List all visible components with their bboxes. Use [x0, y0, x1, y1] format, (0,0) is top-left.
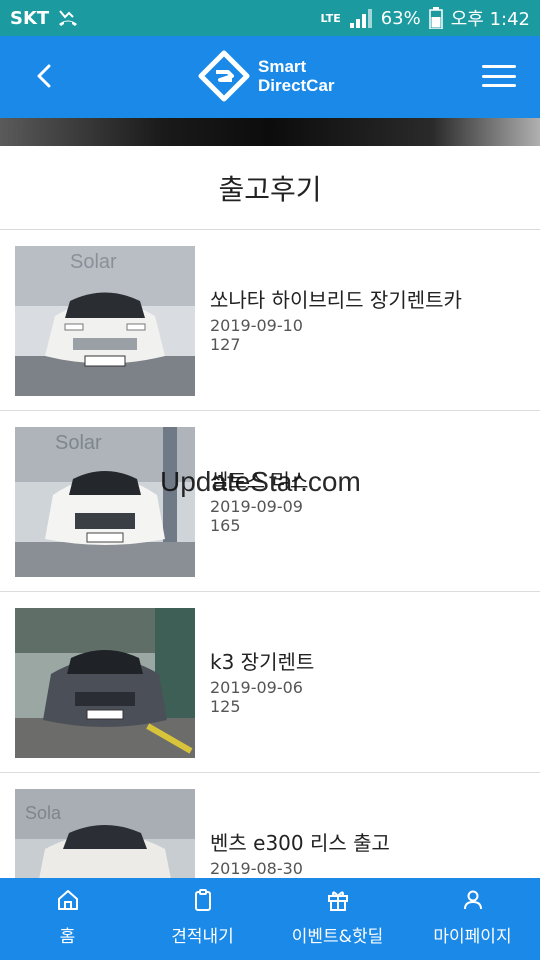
brand-logo[interactable]: Smart DirectCar: [198, 50, 335, 102]
list-item[interactable]: k3 장기렌트 2019-09-06 125: [0, 592, 540, 773]
nav-mypage[interactable]: 마이페이지: [405, 878, 540, 960]
app-header: Smart DirectCar: [0, 36, 540, 118]
car-photo: [15, 608, 195, 758]
nav-events-label: 이벤트&핫딜: [291, 927, 384, 947]
nav-events[interactable]: 이벤트&핫딜: [270, 878, 405, 960]
logo-icon: [198, 50, 250, 102]
review-list: Solar 쏘나타 하이브리드 장기렌트카 2019-09-10 127 Sol…: [0, 230, 540, 954]
missed-call-icon: [59, 10, 78, 26]
hamburger-line: [482, 65, 516, 68]
menu-button[interactable]: [482, 60, 516, 92]
nav-home-label: 홈: [59, 927, 76, 947]
back-button[interactable]: [26, 58, 62, 94]
car-photo: Solar: [15, 246, 195, 396]
car-photo: Solar: [15, 427, 195, 577]
gift-icon: [327, 891, 348, 911]
battery-percent: 63%: [380, 7, 421, 29]
svg-text:Sola: Sola: [25, 803, 62, 823]
item-view-count: 165: [210, 516, 241, 535]
brand-name-line2: DirectCar: [258, 76, 335, 95]
nav-quote-label: 견적내기: [171, 927, 234, 947]
clipboard-icon: [194, 889, 211, 911]
bottom-navigation: 홈 견적내기 이벤트&핫딜 마이페이지: [0, 878, 540, 960]
nav-quote[interactable]: 견적내기: [135, 878, 270, 960]
item-title: 벤츠 e300 리스 출고: [210, 831, 390, 855]
battery-icon: [428, 7, 443, 29]
hamburger-line: [482, 84, 516, 87]
item-view-count: 125: [210, 697, 241, 716]
item-title: k3 장기렌트: [210, 650, 315, 674]
signal-icon: [349, 9, 372, 28]
user-icon: [463, 890, 482, 910]
brand-name-line1: Smart: [258, 57, 307, 76]
list-item[interactable]: Solar 셀토스 리스 2019-09-09 165: [0, 411, 540, 592]
item-date: 2019-08-30: [210, 859, 303, 878]
home-icon: [57, 890, 78, 910]
svg-text:Solar: Solar: [70, 251, 117, 273]
clock: 오후 1:42: [450, 9, 530, 30]
item-date: 2019-09-06: [210, 678, 303, 697]
page-title: 출고후기: [0, 146, 540, 230]
list-item[interactable]: Solar 쏘나타 하이브리드 장기렌트카 2019-09-10 127: [0, 230, 540, 411]
chevron-left-icon: [37, 64, 51, 88]
item-date: 2019-09-10: [210, 316, 303, 335]
hero-banner-image: [0, 118, 540, 146]
nav-mypage-label: 마이페이지: [433, 927, 512, 947]
svg-text:Solar: Solar: [55, 432, 102, 454]
watermark-text: UpdateStar.com: [160, 466, 361, 497]
carrier-label: SKT: [10, 7, 50, 29]
network-label: LTE: [320, 11, 341, 25]
item-date: 2019-09-09: [210, 497, 303, 516]
item-view-count: 127: [210, 335, 241, 354]
hamburger-line: [482, 74, 516, 78]
nav-home[interactable]: 홈: [0, 878, 135, 960]
status-bar: SKT LTE 63% 오후 1:42: [0, 0, 540, 36]
item-title: 쏘나타 하이브리드 장기렌트카: [210, 288, 462, 312]
